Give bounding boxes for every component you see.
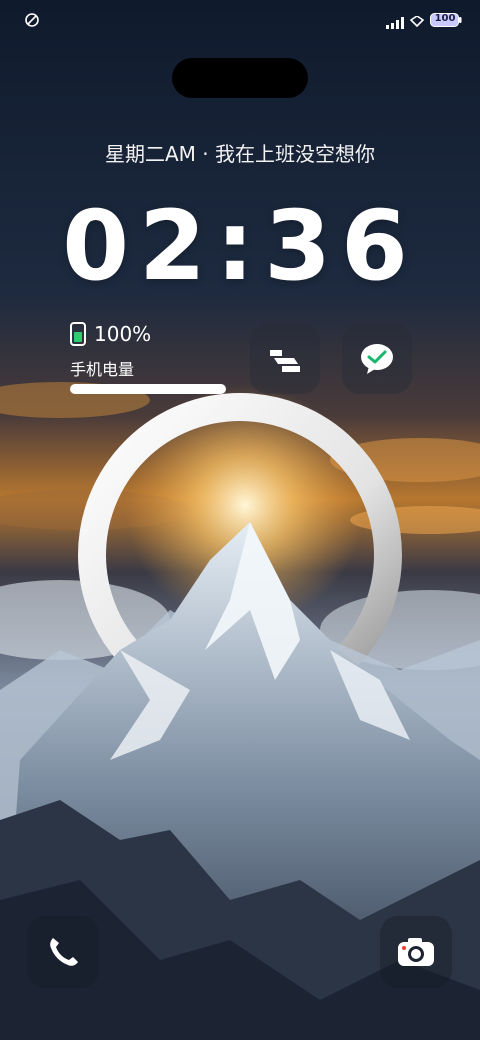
phone-battery-icon [70, 322, 86, 350]
wechat-shortcut[interactable] [342, 324, 412, 394]
wifi-icon [409, 13, 425, 32]
lockscreen-subtitle: 星期二AM · 我在上班没空想你 [104, 142, 375, 166]
lockscreen-clock: 02:36 [62, 190, 418, 302]
phone-button[interactable] [27, 916, 99, 988]
camera-pill [172, 58, 308, 98]
signal-icon [386, 14, 404, 33]
folder-app-icon [268, 346, 302, 378]
folder-shortcut[interactable] [250, 324, 320, 394]
camera-icon [394, 932, 438, 976]
camera-button[interactable] [380, 916, 452, 988]
phone-icon [43, 932, 83, 976]
wechat-icon [359, 342, 395, 380]
battery-percent: 100% [94, 322, 152, 346]
battery-label: 手机电量 [70, 360, 135, 379]
ring-icon [24, 12, 40, 32]
battery-level-bar [70, 384, 226, 394]
battery-text: 100 [434, 13, 456, 24]
